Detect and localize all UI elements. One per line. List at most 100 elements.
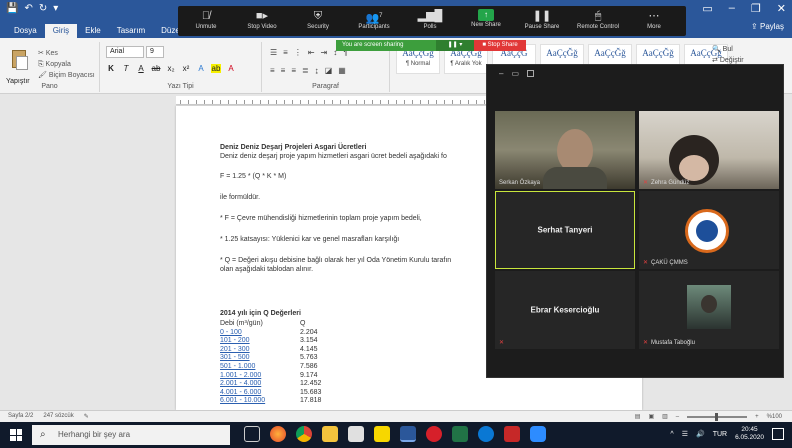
shading-icon[interactable]: ◪: [325, 66, 333, 75]
keyboard-language[interactable]: TUR: [713, 431, 727, 438]
sticky-notes-icon[interactable]: [374, 426, 390, 442]
web-layout-icon[interactable]: ▥: [662, 413, 668, 420]
print-layout-icon[interactable]: ▣: [648, 413, 654, 420]
minimize-icon[interactable]: –: [729, 2, 735, 15]
zoom-slider[interactable]: [687, 412, 748, 421]
task-view-icon[interactable]: [244, 426, 260, 442]
clipboard-actions: ✂ Kes ⎘ Kopyala 🖌 Biçim Boyacısı: [38, 48, 95, 81]
subscript-icon[interactable]: x₂: [166, 64, 176, 73]
ruler-tick: [452, 100, 453, 104]
line-spacing-icon[interactable]: ↨: [315, 66, 319, 75]
unmute-button[interactable]: 🎙̸ Unmute: [178, 9, 234, 30]
zoom-out-icon[interactable]: –: [676, 414, 679, 420]
clock[interactable]: 20:45 6.05.2020: [735, 426, 764, 442]
ruler-tick: [396, 100, 397, 104]
redo-icon[interactable]: ↻: [39, 3, 47, 14]
word-icon[interactable]: [400, 426, 416, 442]
edge-icon[interactable]: [478, 426, 494, 442]
file-explorer-icon[interactable]: [322, 426, 338, 442]
zoom-slider-thumb[interactable]: [715, 412, 719, 421]
stop-video-label: Stop Video: [247, 24, 277, 30]
find-button[interactable]: 🔍 Bul: [712, 44, 744, 55]
volume-icon[interactable]: 🔊: [696, 430, 705, 438]
participant-tile-serkan[interactable]: Serkan Özkaya: [495, 111, 635, 189]
participant-tile-ebrar[interactable]: Ebrar Kesercioğlu ✕: [495, 271, 635, 349]
notifications-icon[interactable]: [772, 428, 784, 440]
new-share-button[interactable]: ↑ New Share: [458, 9, 514, 28]
strikethrough-icon[interactable]: ab: [151, 64, 161, 73]
word-count[interactable]: 247 sözcük: [43, 413, 73, 420]
participant-tile-zehra[interactable]: ✕ Zehra Gündüz: [639, 111, 779, 189]
underline-icon[interactable]: A: [136, 64, 146, 73]
font-color-icon[interactable]: A: [226, 64, 236, 73]
excel-icon[interactable]: [452, 426, 468, 442]
multilevel-icon[interactable]: ⋮: [294, 48, 302, 57]
page-count[interactable]: Sayfa 2/2: [8, 413, 33, 420]
align-center-icon[interactable]: ≡: [281, 66, 286, 75]
participant-tile-mustafa[interactable]: ✕ Mustafa Taboğlu: [639, 271, 779, 349]
font-size-select[interactable]: 9: [146, 46, 164, 58]
security-button[interactable]: ⛨ Security: [290, 9, 346, 30]
tab-insert[interactable]: Ekle: [77, 24, 109, 38]
network-icon[interactable]: ☰: [682, 430, 688, 438]
table-row: 4.001 - 6.000 15.683: [220, 389, 321, 398]
taskbar-search-box[interactable]: ⌕ Herhangi bir şey ara: [32, 425, 230, 445]
close-icon[interactable]: ✕: [777, 2, 786, 15]
stop-video-button[interactable]: ■▸ Stop Video: [234, 9, 290, 30]
zoom-level[interactable]: %100: [767, 414, 782, 420]
clock-date: 6.05.2020: [735, 434, 764, 441]
read-mode-icon[interactable]: ▤: [635, 413, 641, 420]
zoom-gallery-window: – ▭ Serkan Özkaya ✕ Zehra Gündüz Serhat T…: [486, 64, 784, 378]
ribbon-options-icon[interactable]: ▭: [702, 2, 712, 15]
participant-tile-caku[interactable]: ✕ ÇAKÜ ÇMMS: [639, 191, 779, 269]
tab-design[interactable]: Tasarım: [109, 24, 153, 38]
numbering-icon[interactable]: ≡: [283, 48, 288, 57]
maximize-icon[interactable]: ❐: [751, 2, 761, 15]
bold-icon[interactable]: K: [106, 64, 116, 73]
opera-icon[interactable]: [426, 426, 442, 442]
italic-icon[interactable]: T: [121, 64, 131, 73]
show-hidden-icons-icon[interactable]: ^: [670, 431, 673, 438]
stop-share-button[interactable]: ■ Stop Share: [474, 40, 526, 51]
share-button[interactable]: ⇪ Paylaş: [751, 22, 784, 31]
format-painter-button[interactable]: 🖌 Biçim Boyacısı: [38, 70, 95, 81]
cut-button[interactable]: ✂ Kes: [38, 48, 95, 59]
align-left-icon[interactable]: ≡: [270, 66, 275, 75]
text-effects-icon[interactable]: A: [196, 64, 206, 73]
minimize-video-icon[interactable]: –: [499, 69, 503, 78]
tab-home[interactable]: Giriş: [44, 24, 78, 38]
tab-file[interactable]: Dosya: [6, 24, 45, 38]
highlight-icon[interactable]: ab: [211, 64, 221, 73]
align-right-icon[interactable]: ≡: [291, 66, 296, 75]
gallery-view-icon[interactable]: [527, 69, 535, 77]
pdf-reader-icon[interactable]: [504, 426, 520, 442]
participant-tile-serhat[interactable]: Serhat Tanyeri: [495, 191, 635, 269]
view-toggle-icon[interactable]: ▭: [511, 69, 519, 78]
save-icon[interactable]: 💾: [6, 3, 18, 14]
share-indicator-controls[interactable]: ❚❚ ▾: [436, 40, 474, 51]
superscript-icon[interactable]: x²: [181, 64, 191, 73]
media-player-icon[interactable]: [348, 426, 364, 442]
bullets-icon[interactable]: ☰: [270, 48, 277, 57]
proofing-icon[interactable]: ✎: [84, 413, 89, 420]
copy-button[interactable]: ⎘ Kopyala: [38, 59, 95, 70]
zoom-in-icon[interactable]: +: [755, 414, 759, 420]
paste-button[interactable]: [8, 48, 30, 74]
borders-icon[interactable]: ▦: [338, 66, 346, 75]
justify-icon[interactable]: ≣: [302, 66, 309, 75]
customize-icon[interactable]: ▾: [53, 3, 58, 14]
font-name-select[interactable]: Arial: [106, 46, 144, 58]
participants-button[interactable]: 👥7 Participants: [346, 9, 402, 30]
undo-icon[interactable]: ↶: [24, 3, 32, 14]
remote-control-button[interactable]: 🖱 Remote Control: [570, 9, 626, 30]
increase-indent-icon[interactable]: ⇥: [321, 48, 328, 57]
firefox-icon[interactable]: [270, 426, 286, 442]
windows-start-icon[interactable]: [10, 429, 22, 441]
pause-share-button[interactable]: ❚❚ Pause Share: [514, 9, 570, 30]
more-button[interactable]: ⋯ More: [626, 9, 682, 30]
zoom-app-icon[interactable]: [530, 426, 546, 442]
decrease-indent-icon[interactable]: ⇤: [308, 48, 315, 57]
chrome-icon[interactable]: [296, 426, 312, 442]
polls-button[interactable]: ▂▆█ Polls: [402, 9, 458, 30]
table-header-debi: Debi (m³/gün): [220, 320, 263, 327]
